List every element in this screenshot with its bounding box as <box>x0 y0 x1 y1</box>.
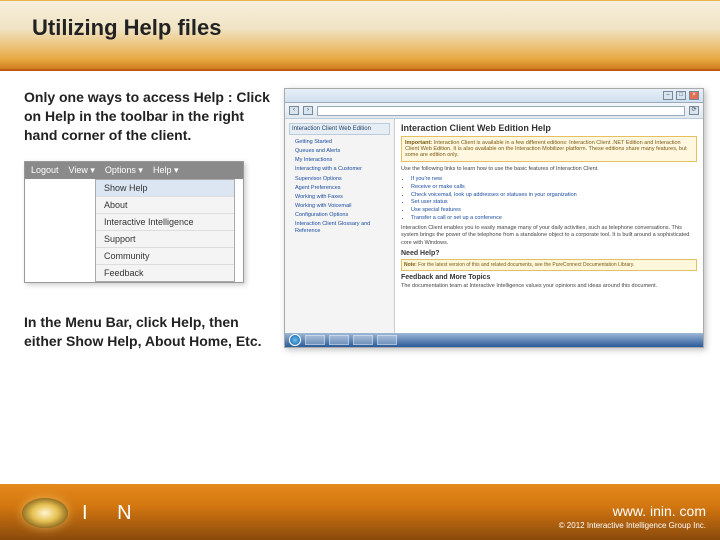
help-link[interactable]: Use special features <box>411 207 697 215</box>
menu-options[interactable]: Options ▾ <box>105 165 143 176</box>
help-toc-panel: Interaction Client Web Edition Getting S… <box>285 119 395 333</box>
menu-logout[interactable]: Logout <box>31 165 59 176</box>
logo-orb-icon <box>22 498 68 528</box>
toc-item[interactable]: Configuration Options <box>289 211 390 220</box>
toc-item[interactable]: Queues and Alerts <box>289 147 390 156</box>
help-item-inin[interactable]: Interactive Intelligence <box>96 214 234 231</box>
outro-text: In the Menu Bar, click Help, then either… <box>24 313 274 351</box>
important-text: Interaction Client is available in a few… <box>405 140 687 158</box>
windows-taskbar <box>285 333 703 347</box>
taskbar-item[interactable] <box>329 335 349 345</box>
footer-copyright: © 2012 Interactive Intelligence Group In… <box>559 521 706 530</box>
back-icon[interactable]: ‹ <box>289 106 299 115</box>
feedback-text: The documentation team at Interactive In… <box>401 283 697 290</box>
toc-item[interactable]: Agent Preferences <box>289 184 390 193</box>
help-link[interactable]: If you're new <box>411 176 697 184</box>
toc-item[interactable]: Working with Voicemail <box>289 202 390 211</box>
toc-item[interactable]: Interaction Client Glossary and Referenc… <box>289 220 390 236</box>
refresh-icon[interactable]: ⟳ <box>689 106 699 115</box>
browser-toolbar: ‹ › ⟳ <box>285 103 703 119</box>
need-help-heading: Need Help? <box>401 250 697 257</box>
help-content-pane: Interaction Client Web Edition Help Impo… <box>395 119 703 333</box>
menu-help[interactable]: Help ▾ <box>153 165 179 176</box>
help-item-about[interactable]: About <box>96 197 234 214</box>
note-label: Note: <box>404 262 417 268</box>
logo-letters: I N <box>82 502 144 525</box>
intro-text: Only one ways to access Help : Click on … <box>24 88 274 145</box>
toc-item[interactable]: Getting Started <box>289 138 390 147</box>
menu-view[interactable]: View ▾ <box>69 165 95 176</box>
important-box: Important: Interaction Client is availab… <box>401 136 697 162</box>
help-item-showhelp[interactable]: Show Help <box>96 180 234 197</box>
help-link[interactable]: Transfer a call or set up a conference <box>411 215 697 223</box>
slide-title: Utilizing Help files <box>32 15 720 41</box>
help-link[interactable]: Check voicemail, look up addresses or st… <box>411 192 697 200</box>
help-paragraph: Interaction Client enables you to easily… <box>401 225 697 246</box>
help-browser-screenshot: – □ × ‹ › ⟳ Interaction Client Web Editi… <box>284 88 704 348</box>
window-titlebar: – □ × <box>285 89 703 103</box>
footer-url: www. inin. com <box>559 503 706 519</box>
menubar: Logout View ▾ Options ▾ Help ▾ <box>25 162 243 179</box>
note-box: Note: For the latest version of this and… <box>401 259 697 271</box>
footer-logo: I N <box>22 498 144 528</box>
maximize-icon[interactable]: □ <box>676 91 686 100</box>
help-intro-line: Use the following links to learn how to … <box>401 166 697 173</box>
forward-icon[interactable]: › <box>303 106 313 115</box>
toc-header: Interaction Client Web Edition <box>289 123 390 135</box>
help-link[interactable]: Receive or make calls <box>411 184 697 192</box>
toc-item[interactable]: Supervisor Options <box>289 175 390 184</box>
help-item-support[interactable]: Support <box>96 231 234 248</box>
note-text: For the latest version of this and relat… <box>418 262 634 268</box>
feedback-heading: Feedback and More Topics <box>401 274 697 281</box>
address-bar[interactable] <box>317 106 685 116</box>
help-link[interactable]: Set user status <box>411 199 697 207</box>
help-heading: Interaction Client Web Edition Help <box>401 123 697 133</box>
toc-item[interactable]: Interacting with a Customer <box>289 165 390 174</box>
taskbar-item[interactable] <box>305 335 325 345</box>
taskbar-item[interactable] <box>377 335 397 345</box>
minimize-icon[interactable]: – <box>663 91 673 100</box>
start-button-icon[interactable] <box>289 334 301 346</box>
toc-item[interactable]: Working with Faxes <box>289 193 390 202</box>
client-menubar-screenshot: Logout View ▾ Options ▾ Help ▾ Show Help… <box>24 161 244 283</box>
toc-item[interactable]: My Interactions <box>289 156 390 165</box>
accent-divider <box>0 69 720 71</box>
taskbar-item[interactable] <box>353 335 373 345</box>
close-icon[interactable]: × <box>689 91 699 100</box>
help-item-feedback[interactable]: Feedback <box>96 265 234 281</box>
help-dropdown: Show Help About Interactive Intelligence… <box>95 179 235 282</box>
help-link-list: If you're new Receive or make calls Chec… <box>411 176 697 222</box>
help-item-community[interactable]: Community <box>96 248 234 265</box>
slide-footer: I N www. inin. com © 2012 Interactive In… <box>0 484 720 540</box>
